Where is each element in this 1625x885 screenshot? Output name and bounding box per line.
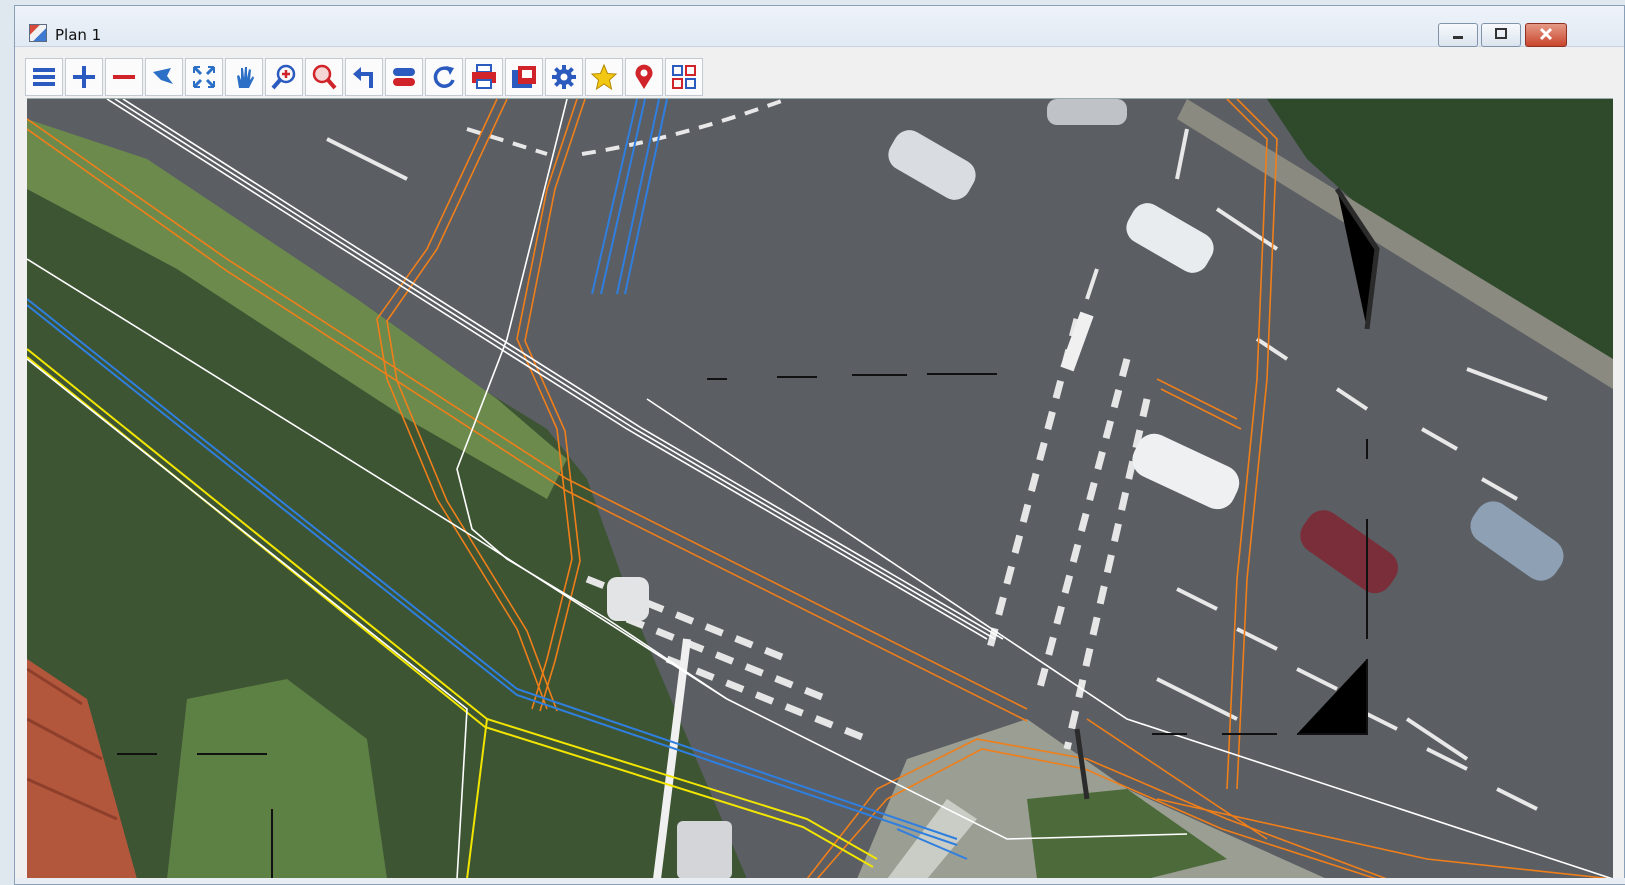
zoom-in-button[interactable]	[65, 58, 103, 96]
plot-button[interactable]	[505, 58, 543, 96]
zoom-out-minus-icon	[113, 75, 135, 79]
zoom-out-button[interactable]	[105, 58, 143, 96]
location-pin-icon	[635, 64, 653, 89]
menu-button[interactable]	[25, 58, 63, 96]
extent-icon	[192, 65, 216, 89]
title-bar[interactable]: Plan 1	[15, 6, 1624, 47]
fit-button[interactable]	[145, 58, 183, 96]
extent-button[interactable]	[185, 58, 223, 96]
zoom-window-icon	[271, 64, 296, 90]
zoom-in-plus-icon	[73, 66, 95, 88]
views-grid-icon	[672, 65, 696, 89]
zoom-previous-button[interactable]	[305, 58, 343, 96]
menu-icon	[33, 68, 55, 86]
fit-icon	[153, 68, 173, 84]
pan-button[interactable]	[225, 58, 263, 96]
plan-toolbar	[25, 56, 703, 98]
maximize-icon	[1495, 28, 1507, 39]
favorites-button[interactable]	[585, 58, 623, 96]
status-strip	[15, 878, 1625, 884]
redraw-button[interactable]	[425, 58, 463, 96]
close-button[interactable]	[1525, 23, 1567, 47]
minimize-button[interactable]	[1438, 23, 1478, 47]
views-button[interactable]	[665, 58, 703, 96]
close-icon	[1539, 27, 1553, 41]
plan-window: Plan 1	[14, 5, 1625, 885]
zoom-window-button[interactable]	[265, 58, 303, 96]
plot-icon	[512, 66, 536, 88]
maximize-button[interactable]	[1481, 23, 1521, 47]
minimize-icon	[1453, 36, 1463, 39]
toggle-button[interactable]	[385, 58, 423, 96]
window-title: Plan 1	[55, 26, 102, 44]
aerial-map-canvas[interactable]	[27, 99, 1613, 879]
toggle-icon	[393, 68, 415, 86]
plan-map-view[interactable]	[27, 98, 1613, 879]
redraw-icon	[433, 66, 455, 88]
print-button[interactable]	[465, 58, 503, 96]
favorite-star-icon	[590, 63, 618, 91]
plan-app-icon	[29, 24, 47, 42]
zoom-previous-icon	[312, 64, 337, 90]
pan-hand-icon	[237, 67, 254, 88]
print-icon	[472, 64, 496, 89]
locate-button[interactable]	[625, 58, 663, 96]
undo-view-icon	[353, 67, 373, 88]
settings-gear-icon	[552, 65, 576, 89]
previous-view-button[interactable]	[345, 58, 383, 96]
settings-button[interactable]	[545, 58, 583, 96]
